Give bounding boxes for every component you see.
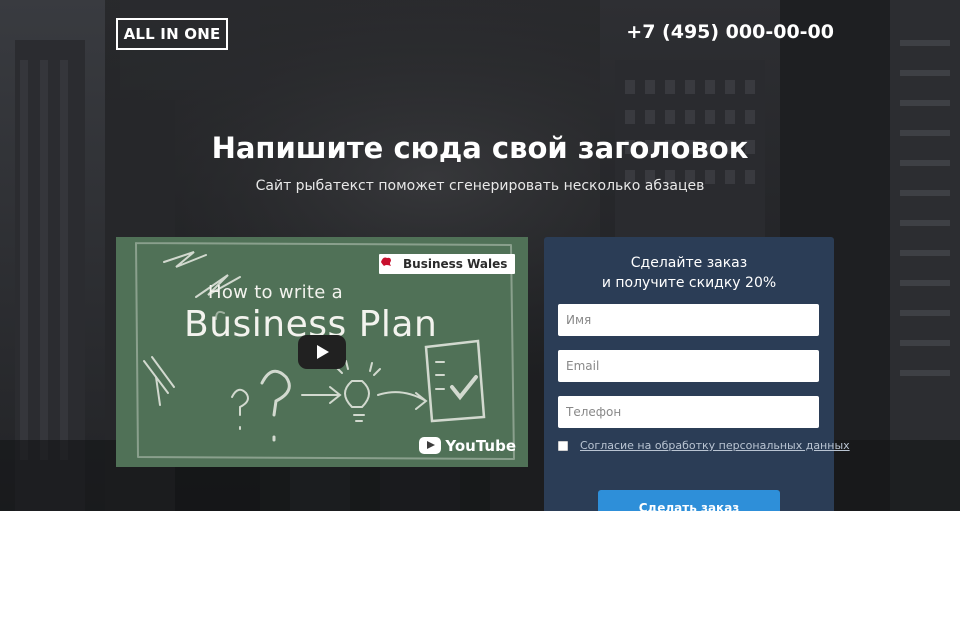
hero-section: ALL IN ONE +7 (495) 000-00-00 Напишите с… [0, 0, 960, 511]
video-player[interactable]: Business Wales How to write a Business P… [116, 237, 528, 467]
business-wales-label: Business Wales [403, 257, 508, 271]
form-title-line2: и получите скидку 20% [601, 275, 777, 291]
phone-field[interactable] [558, 396, 819, 428]
youtube-link[interactable]: YouTube [419, 437, 516, 455]
consent-link[interactable]: Согласие на обработку персональных данны… [580, 438, 850, 454]
youtube-icon [419, 437, 442, 454]
consent-row: Согласие на обработку персональных данны… [558, 438, 850, 454]
youtube-label: YouTube [445, 437, 516, 455]
consent-checkbox[interactable] [558, 441, 568, 451]
phone-number[interactable]: +7 (495) 000-00-00 [626, 20, 834, 44]
form-title-line1: Сделайте заказ [630, 255, 748, 271]
site-logo[interactable]: ALL IN ONE [116, 18, 228, 50]
play-button[interactable] [298, 335, 346, 369]
play-icon [317, 345, 329, 359]
page-title: Напишите сюда свой заголовок [211, 131, 749, 165]
order-form: Сделайте заказ и получите скидку 20% Сог… [544, 237, 850, 511]
form-title: Сделайте заказ и получите скидку 20% [544, 253, 834, 293]
video-title-line1: How to write a [208, 282, 343, 303]
page-subtitle: Сайт рыбатекст поможет сгенерировать нес… [255, 178, 705, 194]
submit-order-button[interactable]: Сделать заказ [598, 490, 780, 511]
business-wales-icon [381, 257, 391, 266]
email-field[interactable] [558, 350, 819, 382]
business-wales-badge: Business Wales [379, 254, 516, 274]
name-field[interactable] [558, 304, 819, 336]
